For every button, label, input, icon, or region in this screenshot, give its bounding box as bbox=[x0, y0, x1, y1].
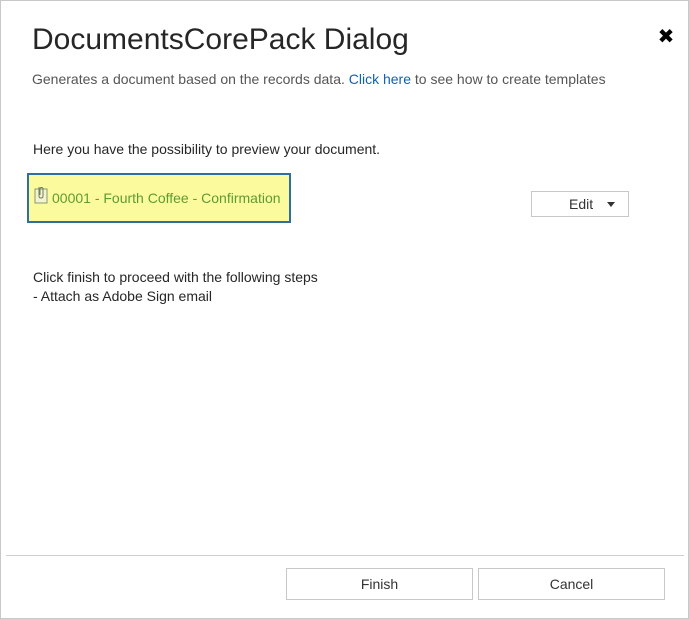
dialog: DocumentsCorePack Dialog ✖ Generates a d… bbox=[0, 0, 689, 619]
steps-text: Click finish to proceed with the followi… bbox=[33, 268, 318, 306]
subtitle-text-after: to see how to create templates bbox=[414, 71, 606, 87]
chevron-down-icon bbox=[607, 201, 616, 207]
finish-button[interactable]: Finish bbox=[286, 568, 473, 600]
edit-label: Edit bbox=[569, 196, 594, 212]
dialog-subtitle: Generates a document based on the record… bbox=[32, 71, 606, 87]
cancel-button[interactable]: Cancel bbox=[478, 568, 665, 600]
close-icon[interactable]: ✖ bbox=[655, 26, 677, 48]
help-link[interactable]: Click here bbox=[349, 71, 411, 87]
footer-divider bbox=[6, 555, 684, 556]
document-name: 00001 - Fourth Coffee - Confirmation bbox=[52, 190, 281, 206]
steps-line-1: Click finish to proceed with the followi… bbox=[33, 269, 318, 285]
edit-dropdown-button[interactable]: Edit bbox=[531, 191, 629, 217]
document-link[interactable]: 00001 - Fourth Coffee - Confirmation bbox=[27, 173, 291, 223]
dialog-title: DocumentsCorePack Dialog bbox=[32, 23, 409, 56]
subtitle-text: Generates a document based on the record… bbox=[32, 71, 345, 87]
steps-line-2: - Attach as Adobe Sign email bbox=[33, 288, 212, 304]
attachment-icon bbox=[34, 186, 48, 204]
preview-intro: Here you have the possibility to preview… bbox=[33, 141, 381, 157]
